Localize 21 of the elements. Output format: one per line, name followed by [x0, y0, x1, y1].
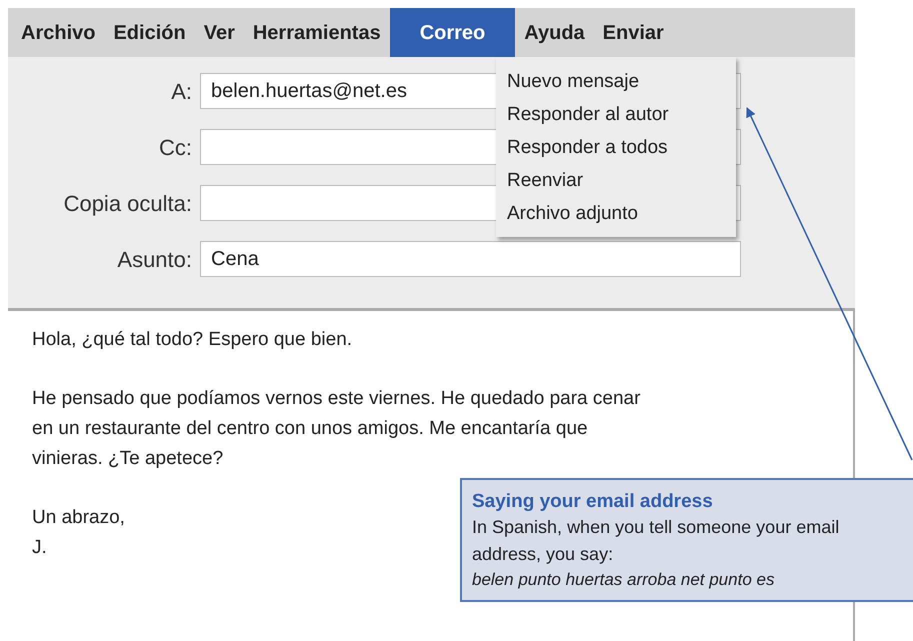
menu-item[interactable]: Herramientas: [244, 8, 389, 57]
menu-item[interactable]: Archivo: [13, 8, 104, 57]
callout-example: belen punto huertas arroba net punto es: [472, 569, 776, 591]
field-label: Cc:: [158, 134, 193, 162]
menu-item[interactable]: Enviar: [594, 8, 672, 57]
callout-title: Saying your email address: [472, 490, 714, 514]
callout-text: In Spanish, when you tell someone your email address, you say:: [472, 516, 840, 566]
message-paragraph: Hola, ¿qué tal todo? Espero que bien.: [32, 328, 352, 352]
message-paragraph: He pensado que podíamos vernos este viernes. He quedado para cenar en un restaurante del centro con unos amigos. Me encantaría que vinieras. ¿Te apetece?: [32, 387, 640, 471]
field-label: A:: [170, 78, 193, 106]
dropdown-item[interactable]: Responder a todos: [507, 131, 668, 164]
field-label: Copia oculta:: [62, 190, 193, 218]
menu-item[interactable]: Ayuda: [516, 8, 593, 57]
menu-item[interactable]: Ver: [196, 8, 243, 57]
input-field[interactable]: Cena: [200, 241, 741, 277]
menu-item[interactable]: Correo: [390, 8, 516, 57]
dropdown-item[interactable]: Archivo adjunto: [507, 197, 638, 230]
field-label: Asunto:: [116, 246, 193, 274]
menu-item[interactable]: Edición: [105, 8, 194, 57]
dropdown-item[interactable]: Reenviar: [507, 164, 584, 197]
message-paragraph: Un abrazo, J.: [32, 506, 125, 560]
